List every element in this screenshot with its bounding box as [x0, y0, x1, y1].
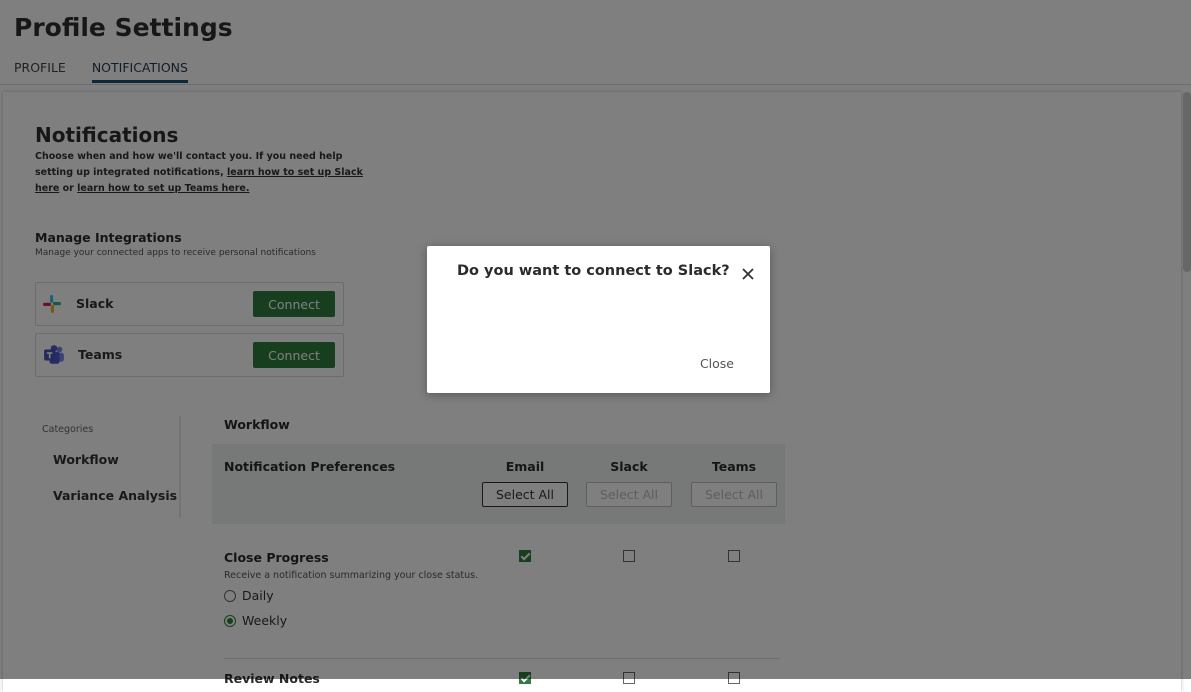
dialog-close-button[interactable]: Close	[698, 354, 736, 373]
connect-slack-dialog: Do you want to connect to Slack? Close	[427, 246, 770, 393]
dialog-title: Do you want to connect to Slack?	[457, 263, 730, 279]
close-icon[interactable]	[738, 264, 758, 284]
